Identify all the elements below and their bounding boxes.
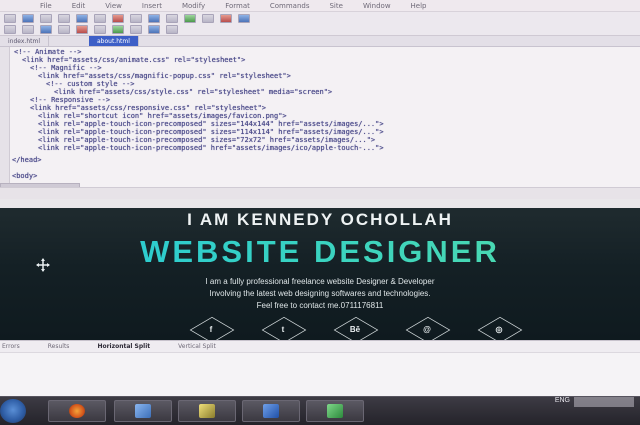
taskbar-dreamweaver[interactable] [306, 400, 364, 422]
taskbar-firefox[interactable] [48, 400, 106, 422]
menu-format[interactable]: Format [225, 2, 250, 10]
tab-vertical-split[interactable]: Vertical Split [178, 343, 216, 350]
split-view-icon[interactable] [22, 25, 34, 34]
date-icon[interactable] [130, 13, 142, 23]
image-icon[interactable] [94, 13, 106, 23]
language-indicator[interactable]: ENG [555, 397, 570, 404]
hero-title: WEBSITE DESIGNER [0, 234, 640, 270]
visual-aids-icon[interactable] [166, 25, 178, 34]
preview-browser-icon[interactable] [112, 25, 124, 34]
menu-site[interactable]: Site [329, 2, 342, 10]
script-icon[interactable] [202, 13, 214, 23]
email-icon: @ [423, 324, 431, 334]
menu-bar: File Edit View Insert Modify Format Comm… [0, 0, 640, 12]
menu-view[interactable]: View [105, 2, 122, 10]
tab-index[interactable]: index.html [0, 36, 49, 46]
inspect-icon[interactable] [76, 25, 88, 34]
table-icon[interactable] [58, 13, 70, 23]
taskbar-word[interactable] [242, 400, 300, 422]
move-cursor-icon [36, 258, 50, 272]
twitter-icon: t [281, 324, 285, 334]
email-link-icon[interactable] [22, 13, 34, 23]
social-links: f t Bē @ ◎ [185, 318, 525, 340]
code-line[interactable]: <link rel="apple-touch-icon-precomposed"… [38, 143, 384, 153]
document-toolbar [0, 24, 640, 36]
dribbble-link[interactable]: ◎ [473, 318, 525, 340]
templates-icon[interactable] [220, 13, 232, 23]
application-window: File Edit View Insert Modify Format Comm… [0, 0, 640, 425]
menu-commands[interactable]: Commands [270, 2, 310, 10]
taskbar-app[interactable] [114, 400, 172, 422]
menu-help[interactable]: Help [411, 2, 427, 10]
twitter-link[interactable]: t [257, 318, 309, 340]
insert-toolbar [0, 12, 640, 24]
head-icon[interactable] [184, 13, 196, 23]
design-view[interactable]: I AM KENNEDY OCHOLLAH WEBSITE DESIGNER I… [0, 208, 640, 340]
document-tabs: index.html about.html [0, 36, 640, 47]
behance-icon: Bē [349, 324, 361, 334]
live-view-icon[interactable] [58, 25, 70, 34]
div-icon[interactable] [76, 13, 88, 23]
media-icon[interactable] [112, 13, 124, 23]
properties-panel [0, 352, 640, 396]
design-view-icon[interactable] [40, 25, 52, 34]
code-view-icon[interactable] [4, 25, 16, 34]
tag-chooser-icon[interactable] [238, 13, 250, 23]
menu-window[interactable]: Window [363, 2, 391, 10]
facebook-link[interactable]: f [185, 318, 237, 340]
facebook-icon: f [209, 324, 213, 334]
behance-link[interactable]: Bē [329, 318, 381, 340]
start-button-icon[interactable] [0, 399, 26, 423]
menu-insert[interactable]: Insert [142, 2, 162, 10]
hero-description-line: I am a fully professional freelance webs… [205, 277, 435, 286]
dreamweaver-icon [327, 404, 343, 418]
word-icon [263, 404, 279, 418]
anchor-icon[interactable] [40, 13, 52, 23]
tab-horizontal-split[interactable]: Horizontal Split [97, 343, 150, 350]
comment-icon[interactable] [166, 13, 178, 23]
line-number-gutter [0, 47, 10, 197]
hero-description-line: Involving the latest web designing softw… [209, 289, 431, 298]
code-line[interactable]: </head> [12, 155, 42, 165]
panel-tab-bar: Errors Results Horizontal Split Vertical… [0, 340, 640, 352]
email-link[interactable]: @ [401, 318, 453, 340]
dribbble-icon: ◎ [495, 324, 503, 334]
code-line[interactable]: <body> [12, 171, 37, 181]
tab-errors[interactable]: Errors [2, 343, 20, 350]
menu-edit[interactable]: Edit [72, 2, 86, 10]
taskbar-file-explorer[interactable] [178, 400, 236, 422]
hero-kicker: I AM KENNEDY OCHOLLAH [187, 210, 453, 229]
refresh-icon[interactable] [130, 25, 142, 34]
folder-icon [199, 404, 215, 418]
hyperlink-icon[interactable] [4, 13, 16, 23]
menu-modify[interactable]: Modify [182, 2, 205, 10]
multiscreen-icon[interactable] [94, 25, 106, 34]
hero-contact-line: Feel free to contact me.0711176811 [256, 301, 384, 310]
view-options-icon[interactable] [148, 25, 160, 34]
code-editor[interactable]: <!-- Animate --> <link href="assets/css/… [0, 47, 640, 197]
system-tray[interactable] [574, 397, 634, 407]
menu-file[interactable]: File [40, 2, 52, 10]
taskbar: ENG [0, 396, 640, 425]
tag-selector-bar [0, 187, 640, 199]
tab-about[interactable]: about.html [89, 36, 139, 46]
firefox-icon [69, 404, 85, 418]
app-icon [135, 404, 151, 418]
server-include-icon[interactable] [148, 13, 160, 23]
tab-results[interactable]: Results [48, 343, 70, 350]
